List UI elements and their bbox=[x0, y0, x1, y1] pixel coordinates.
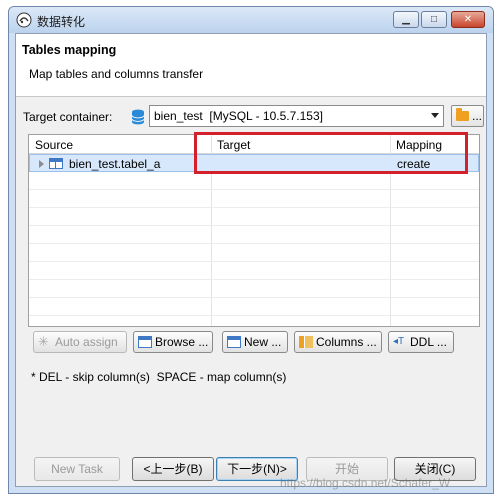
maximize-icon: □ bbox=[430, 14, 438, 25]
new-task-button[interactable]: New Task bbox=[34, 457, 120, 481]
chevron-down-icon bbox=[431, 113, 439, 118]
database-icon bbox=[131, 109, 145, 125]
target-container-label: Target container: bbox=[23, 110, 113, 124]
cell-source: bien_test.tabel_a bbox=[69, 157, 161, 171]
window-title: 数据转化 bbox=[37, 15, 86, 29]
columns-icon bbox=[299, 336, 313, 348]
empty-row bbox=[29, 190, 479, 208]
page-title: Tables mapping bbox=[22, 43, 117, 57]
target-container-value: bien_test [MySQL - 10.5.7.153] bbox=[154, 109, 323, 123]
auto-assign-label: Auto assign bbox=[55, 335, 118, 349]
empty-row bbox=[29, 244, 479, 262]
keyboard-hint: * DEL - skip column(s) SPACE - map colum… bbox=[31, 370, 287, 384]
minimize-button[interactable]: ▁ bbox=[393, 11, 419, 28]
auto-assign-icon: ✳ bbox=[38, 334, 49, 349]
empty-row bbox=[29, 208, 479, 226]
app-icon bbox=[16, 12, 32, 28]
choose-container-button[interactable]: ... bbox=[451, 105, 484, 127]
column-header-source[interactable]: Source bbox=[35, 138, 73, 152]
browse-button[interactable]: Browse ... bbox=[133, 331, 213, 353]
close-window-button[interactable]: ✕ bbox=[451, 11, 485, 28]
red-highlight-box bbox=[194, 132, 468, 174]
watermark: https://blog.csdn.net/Schafer_W bbox=[280, 476, 451, 490]
maximize-button[interactable]: □ bbox=[421, 11, 447, 28]
previous-button[interactable]: <上一步(B) bbox=[132, 457, 214, 481]
empty-row bbox=[29, 298, 479, 316]
new-table-icon bbox=[227, 336, 241, 348]
columns-label: Columns ... bbox=[316, 335, 377, 349]
title-bar[interactable]: 数据转化 ▁ □ ✕ bbox=[9, 7, 493, 33]
choose-container-label: ... bbox=[472, 109, 483, 123]
empty-row bbox=[29, 226, 479, 244]
table-icon bbox=[49, 158, 63, 169]
expand-arrow-icon[interactable] bbox=[39, 160, 44, 168]
browse-table-icon bbox=[138, 336, 152, 348]
dialog-body: Tables mapping Map tables and columns tr… bbox=[15, 33, 487, 487]
new-label: New ... bbox=[244, 335, 282, 349]
empty-row bbox=[29, 172, 479, 190]
target-container-select[interactable]: bien_test [MySQL - 10.5.7.153] bbox=[149, 105, 444, 127]
columns-button[interactable]: Columns ... bbox=[294, 331, 382, 353]
ddl-button[interactable]: ◂T DDL ... bbox=[388, 331, 454, 353]
minimize-icon: ▁ bbox=[402, 14, 410, 25]
page-description: Map tables and columns transfer bbox=[29, 67, 204, 81]
close-icon: ✕ bbox=[463, 14, 473, 25]
empty-row bbox=[29, 262, 479, 280]
ddl-icon: ◂T bbox=[393, 336, 405, 347]
empty-row bbox=[29, 280, 479, 298]
folder-icon bbox=[456, 108, 469, 121]
dialog-window: 数据转化 ▁ □ ✕ Tables mapping Map tables and… bbox=[8, 6, 494, 494]
wizard-header: Tables mapping Map tables and columns tr… bbox=[16, 34, 486, 97]
ddl-label: DDL ... bbox=[410, 335, 447, 349]
new-button[interactable]: New ... bbox=[222, 331, 288, 353]
browse-label: Browse ... bbox=[155, 335, 209, 349]
auto-assign-button[interactable]: ✳ Auto assign bbox=[33, 331, 127, 353]
